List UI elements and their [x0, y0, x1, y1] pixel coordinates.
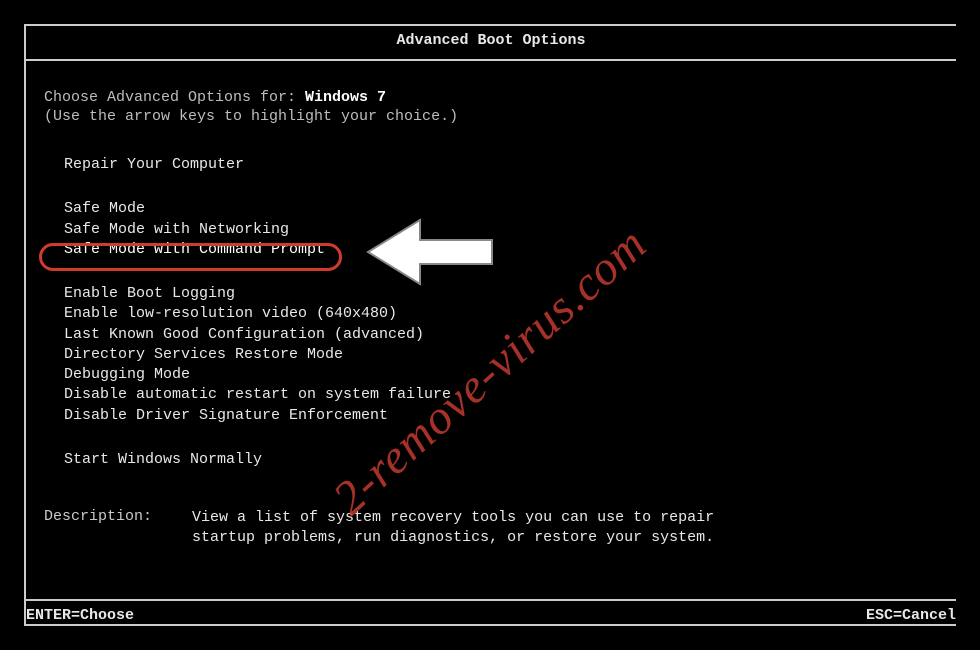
menu-repair-your-computer[interactable]: Repair Your Computer	[64, 155, 938, 175]
description-block: Description: View a list of system recov…	[44, 508, 938, 549]
choose-prefix: Choose Advanced Options for:	[44, 89, 305, 106]
screen-title: Advanced Boot Options	[26, 26, 956, 61]
footer-esc: ESC=Cancel	[866, 607, 956, 624]
choose-line: Choose Advanced Options for: Windows 7	[44, 89, 938, 106]
menu-safe-mode-command-prompt[interactable]: Safe Mode with Command Prompt	[64, 240, 325, 260]
menu-safe-mode[interactable]: Safe Mode	[64, 199, 938, 219]
menu-last-known-good[interactable]: Last Known Good Configuration (advanced)	[64, 325, 938, 345]
footer-bar: ENTER=Choose ESC=Cancel	[26, 599, 956, 624]
description-text: View a list of system recovery tools you…	[192, 508, 732, 549]
menu-start-windows-normally[interactable]: Start Windows Normally	[64, 450, 938, 470]
os-name: Windows 7	[305, 89, 386, 106]
hint-line: (Use the arrow keys to highlight your ch…	[44, 108, 938, 125]
menu-group-normal: Start Windows Normally	[44, 450, 938, 470]
menu-low-res-video[interactable]: Enable low-resolution video (640x480)	[64, 304, 938, 324]
menu-group-advanced: Enable Boot Logging Enable low-resolutio…	[44, 284, 938, 426]
menu-disable-driver-sig[interactable]: Disable Driver Signature Enforcement	[64, 406, 938, 426]
menu-enable-boot-logging[interactable]: Enable Boot Logging	[64, 284, 938, 304]
arrow-left-icon	[360, 212, 500, 292]
menu-safe-mode-networking[interactable]: Safe Mode with Networking	[64, 220, 938, 240]
menu-directory-services-restore[interactable]: Directory Services Restore Mode	[64, 345, 938, 365]
boot-options-frame: Advanced Boot Options Choose Advanced Op…	[24, 24, 956, 626]
menu-group-repair: Repair Your Computer	[44, 155, 938, 175]
footer-enter: ENTER=Choose	[26, 607, 134, 624]
menu-disable-auto-restart[interactable]: Disable automatic restart on system fail…	[64, 385, 938, 405]
description-label: Description:	[44, 508, 152, 549]
menu-debugging-mode[interactable]: Debugging Mode	[64, 365, 938, 385]
